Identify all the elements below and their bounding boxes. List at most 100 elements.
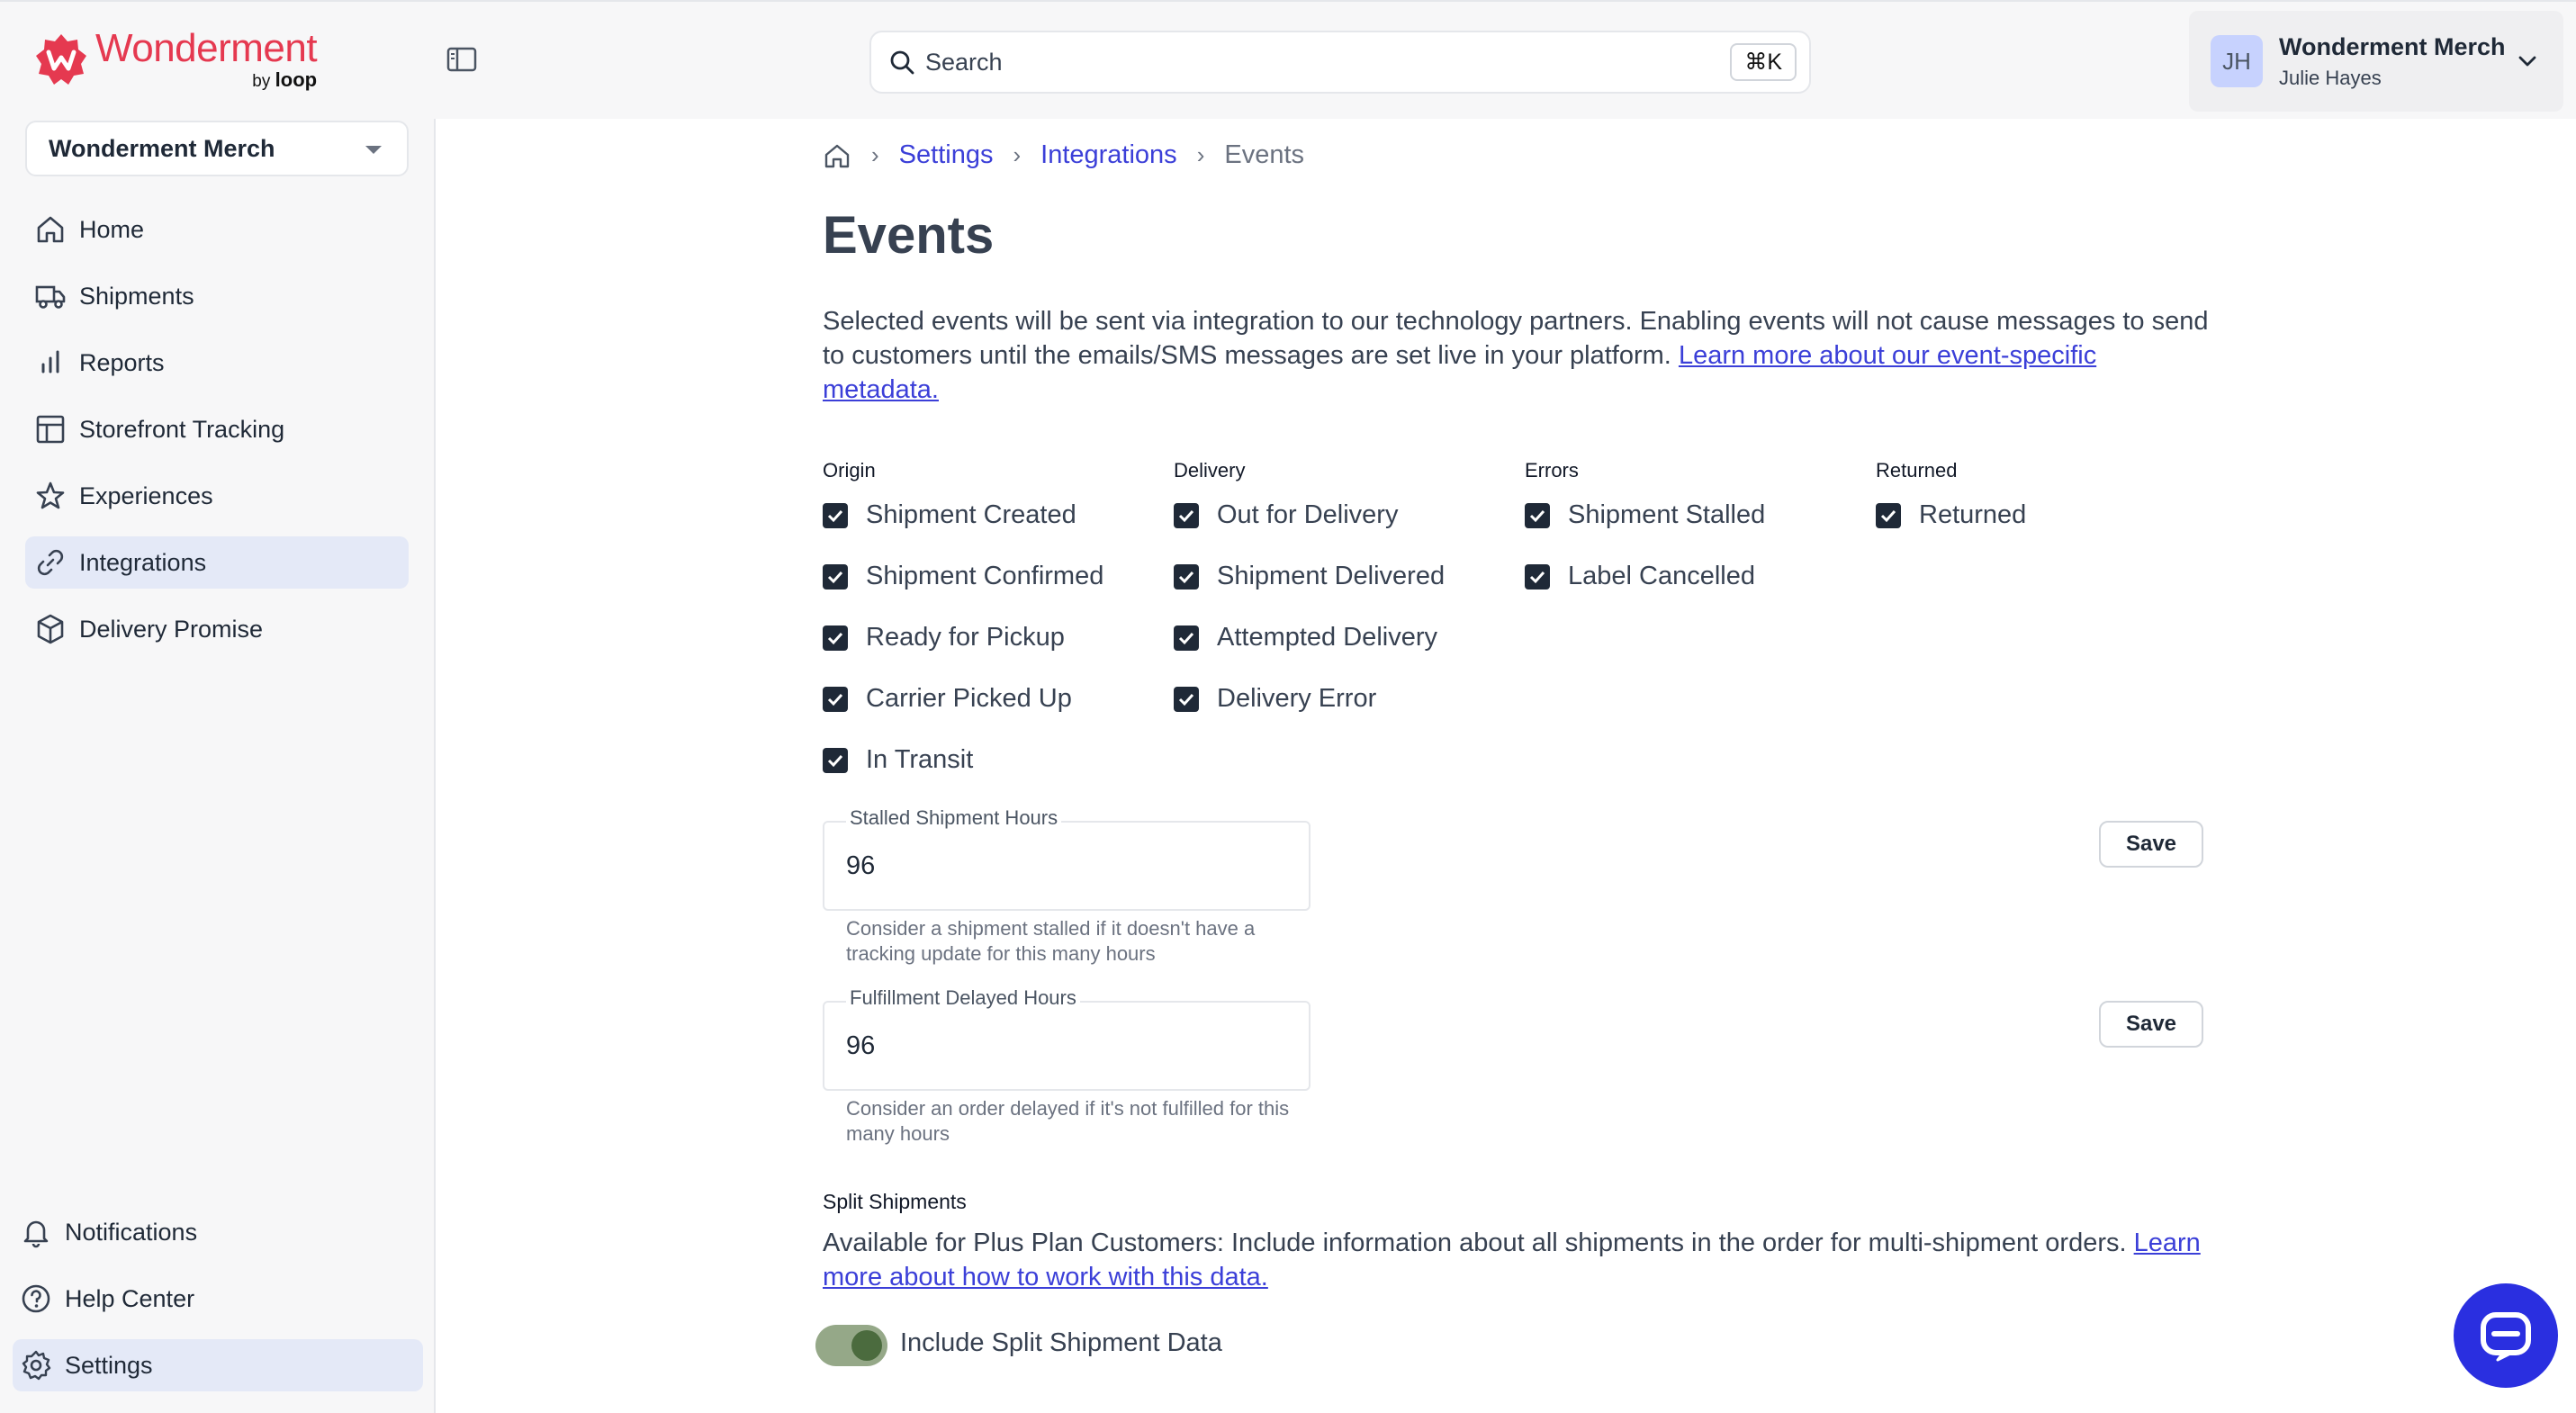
help-icon bbox=[22, 1284, 50, 1313]
checkbox-out-for-delivery[interactable]: Out for Delivery bbox=[1174, 500, 1398, 530]
sidebar-item-storefront-tracking[interactable]: Storefront Tracking bbox=[25, 403, 409, 455]
account-user: Julie Hayes bbox=[2279, 66, 2382, 89]
checkbox-label-cancelled[interactable]: Label Cancelled bbox=[1525, 562, 1755, 591]
sidebar-item-settings[interactable]: Settings bbox=[13, 1339, 423, 1391]
sidebar-item-integrations[interactable]: Integrations bbox=[25, 536, 409, 589]
sidebar-item-reports[interactable]: Reports bbox=[25, 337, 409, 389]
stalled-hours-label: Stalled Shipment Hours bbox=[846, 806, 1062, 830]
checkbox-checked[interactable] bbox=[823, 686, 848, 712]
checkbox-shipment-stalled[interactable]: Shipment Stalled bbox=[1525, 500, 1765, 530]
breadcrumb-current: Events bbox=[1224, 140, 1305, 169]
stalled-hours-input[interactable]: 96 bbox=[823, 821, 1311, 911]
checkbox-attempted-delivery[interactable]: Attempted Delivery bbox=[1174, 623, 1437, 652]
checkbox-shipment-confirmed[interactable]: Shipment Confirmed bbox=[823, 562, 1103, 591]
checkbox-shipment-delivered[interactable]: Shipment Delivered bbox=[1174, 562, 1445, 591]
checkbox-checked[interactable] bbox=[1525, 502, 1550, 528]
checkbox-label: Shipment Confirmed bbox=[866, 562, 1104, 590]
box-icon bbox=[37, 614, 64, 644]
checkbox-shipment-created[interactable]: Shipment Created bbox=[823, 500, 1076, 530]
home-icon[interactable] bbox=[823, 141, 851, 170]
search-input[interactable]: Search ⌘K bbox=[869, 31, 1811, 94]
checkbox-label: Label Cancelled bbox=[1568, 562, 1755, 590]
search-icon bbox=[890, 50, 914, 75]
chat-icon bbox=[2481, 1312, 2531, 1362]
breadcrumb: › Settings › Integrations › Events bbox=[823, 140, 1304, 170]
fulfillment-hours-help: Consider an order delayed if it's not fu… bbox=[846, 1097, 1290, 1145]
main-content: › Settings › Integrations › Events Event… bbox=[437, 119, 2576, 1413]
checkbox-in-transit[interactable]: In Transit bbox=[823, 745, 973, 775]
top-bar: Wonderment by loop Search ⌘K JH Wonderme… bbox=[0, 0, 2576, 119]
brand-name: Wonderment bbox=[95, 26, 318, 70]
split-shipment-toggle[interactable] bbox=[815, 1325, 887, 1366]
fulfillment-hours-label: Fulfillment Delayed Hours bbox=[846, 986, 1080, 1010]
checkbox-label: Shipment Created bbox=[866, 500, 1076, 529]
sidebar: Wonderment Merch Home Shipments Reports … bbox=[0, 119, 436, 1413]
stalled-save-button[interactable]: Save bbox=[2099, 821, 2203, 868]
checkbox-checked[interactable] bbox=[1174, 502, 1199, 528]
chat-button[interactable] bbox=[2454, 1283, 2558, 1388]
breadcrumb-separator: › bbox=[1196, 141, 1205, 168]
store-selector-label: Wonderment Merch bbox=[49, 134, 275, 162]
stalled-hours-help: Consider a shipment stalled if it doesn'… bbox=[846, 917, 1256, 965]
checkbox-delivery-error[interactable]: Delivery Error bbox=[1174, 684, 1376, 714]
search-placeholder: Search bbox=[925, 48, 1003, 76]
checkbox-checked[interactable] bbox=[1525, 563, 1550, 590]
fulfillment-hours-input[interactable]: 96 bbox=[823, 1001, 1311, 1091]
checkbox-label: Attempted Delivery bbox=[1217, 623, 1437, 652]
checkbox-label: Out for Delivery bbox=[1217, 500, 1399, 529]
toggle-knob bbox=[851, 1330, 882, 1361]
bell-icon bbox=[23, 1220, 49, 1248]
sidebar-item-label: Delivery Promise bbox=[79, 615, 264, 643]
checkbox-checked[interactable] bbox=[823, 625, 848, 651]
checkbox-label: In Transit bbox=[866, 745, 974, 774]
checkbox-checked[interactable] bbox=[823, 563, 848, 590]
checkbox-label: Returned bbox=[1919, 500, 2027, 529]
checkbox-label: Shipment Stalled bbox=[1568, 500, 1766, 529]
split-shipment-toggle-label: Include Split Shipment Data bbox=[900, 1328, 1222, 1357]
brand-sub: by loop bbox=[252, 68, 318, 91]
breadcrumb-settings[interactable]: Settings bbox=[899, 140, 994, 170]
checkbox-checked[interactable] bbox=[823, 502, 848, 528]
split-shipments-description: Available for Plus Plan Customers: Inclu… bbox=[823, 1228, 2201, 1292]
checkbox-ready-for-pickup[interactable]: Ready for Pickup bbox=[823, 623, 1065, 652]
chevron-down-icon bbox=[2518, 56, 2536, 67]
account-menu[interactable]: JH Wonderment Merch Julie Hayes bbox=[2189, 11, 2563, 112]
gear-icon bbox=[22, 1350, 51, 1381]
sidebar-item-label: Integrations bbox=[79, 548, 207, 576]
sidebar-item-shipments[interactable]: Shipments bbox=[25, 270, 409, 322]
page-title: Events bbox=[823, 206, 995, 265]
delivery-heading: Delivery bbox=[1174, 459, 1246, 482]
checkbox-label: Shipment Delivered bbox=[1217, 562, 1446, 590]
sidebar-item-label: Experiences bbox=[79, 482, 213, 509]
checkbox-label: Carrier Picked Up bbox=[866, 684, 1072, 713]
fulfillment-save-button[interactable]: Save bbox=[2099, 1001, 2203, 1048]
checkbox-checked[interactable] bbox=[1174, 686, 1199, 712]
sidebar-item-label: Shipments bbox=[79, 282, 194, 310]
truck-icon bbox=[35, 285, 66, 309]
sidebar-toggle-icon[interactable] bbox=[446, 47, 477, 72]
sidebar-item-notifications[interactable]: Notifications bbox=[13, 1206, 423, 1258]
checkbox-returned[interactable]: Returned bbox=[1876, 500, 2026, 530]
sidebar-item-help-center[interactable]: Help Center bbox=[13, 1273, 423, 1325]
page-description: Selected events will be sent via integra… bbox=[823, 307, 2209, 404]
sidebar-item-delivery-promise[interactable]: Delivery Promise bbox=[25, 603, 409, 655]
sidebar-item-home[interactable]: Home bbox=[25, 203, 409, 256]
checkbox-checked[interactable] bbox=[823, 747, 848, 773]
breadcrumb-integrations[interactable]: Integrations bbox=[1040, 140, 1177, 170]
logo[interactable]: Wonderment by loop bbox=[34, 26, 318, 91]
checkbox-label: Delivery Error bbox=[1217, 684, 1377, 713]
store-selector[interactable]: Wonderment Merch bbox=[25, 121, 409, 176]
link-icon bbox=[37, 549, 64, 576]
checkbox-checked[interactable] bbox=[1174, 563, 1199, 590]
sidebar-item-label: Settings bbox=[65, 1351, 153, 1379]
checkbox-carrier-picked-up[interactable]: Carrier Picked Up bbox=[823, 684, 1072, 714]
breadcrumb-separator: › bbox=[871, 141, 879, 168]
checkbox-checked[interactable] bbox=[1876, 502, 1901, 528]
sidebar-item-experiences[interactable]: Experiences bbox=[25, 470, 409, 522]
sidebar-item-label: Reports bbox=[79, 348, 165, 376]
search-shortcut: ⌘K bbox=[1730, 43, 1797, 81]
checkbox-checked[interactable] bbox=[1174, 625, 1199, 651]
layout-icon bbox=[36, 415, 65, 444]
home-icon bbox=[37, 216, 64, 243]
wonderment-logo-icon bbox=[36, 34, 86, 85]
